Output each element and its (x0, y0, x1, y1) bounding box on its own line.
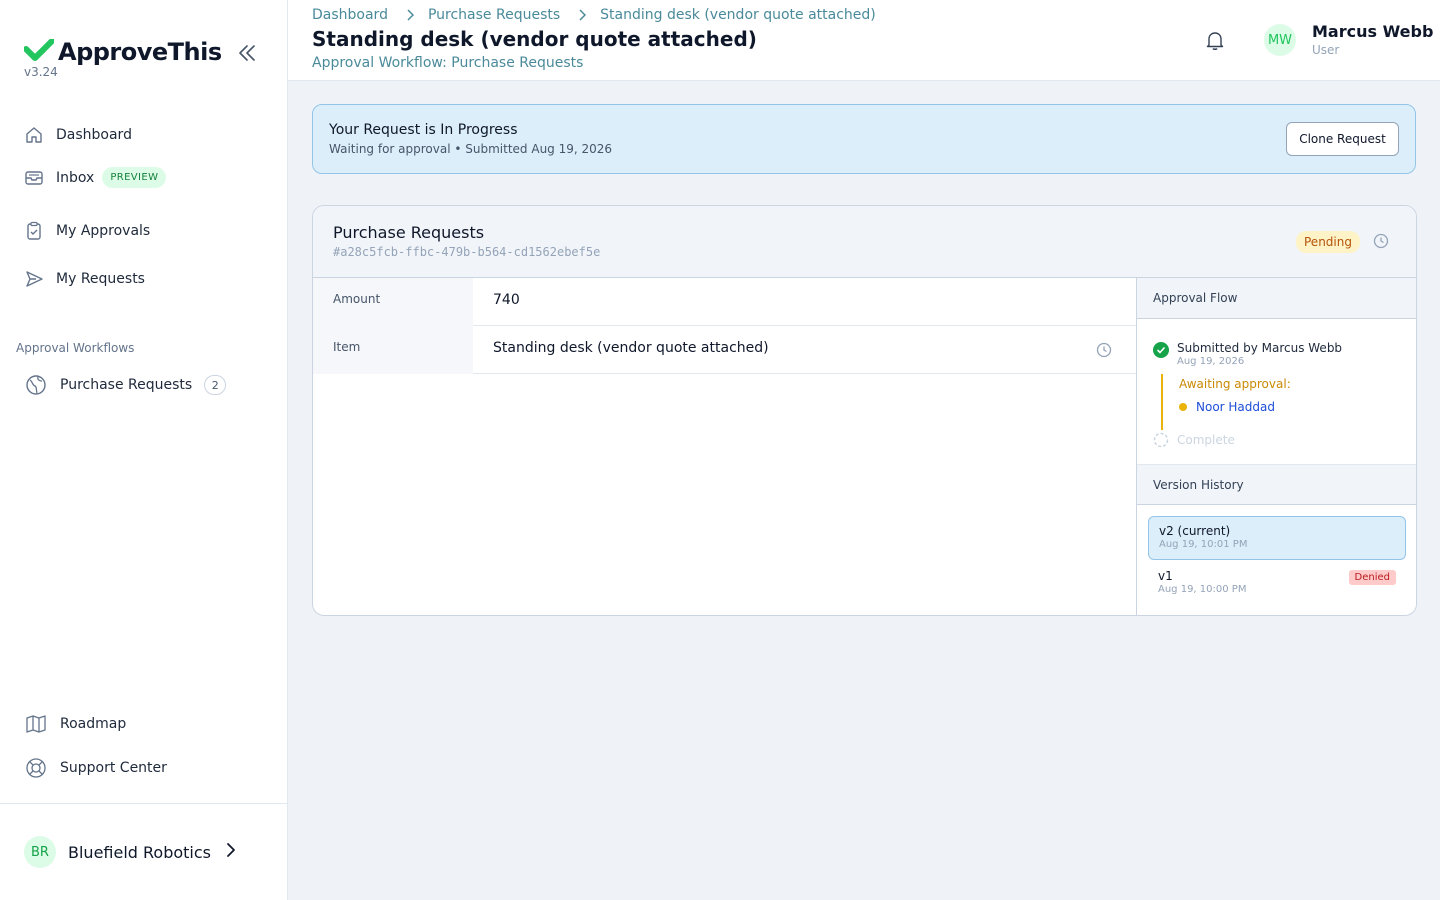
field-label: Amount (313, 278, 473, 326)
request-workflow-title: Purchase Requests (333, 223, 485, 242)
banner-title: Your Request is In Progress (329, 122, 518, 138)
approver-name: Noor Haddad (1196, 400, 1275, 414)
sidebar-item-dashboard[interactable]: Dashboard (24, 125, 132, 145)
sidebar-item-label: Inbox (56, 169, 95, 186)
app-logo[interactable]: ApproveThis (23, 38, 222, 66)
map-icon (24, 712, 48, 736)
org-avatar: BR (24, 836, 56, 868)
version-item-current[interactable]: v2 (current) Aug 19, 10:01 PM (1148, 516, 1406, 560)
approval-flow-heading: Approval Flow (1137, 278, 1416, 319)
field-label: Item (313, 326, 473, 374)
breadcrumb-chevron-icon (578, 9, 587, 21)
flow-progress-line (1161, 374, 1163, 430)
request-fields: Amount 740 Item Standing desk (vendor qu… (313, 278, 1136, 615)
breadcrumb-chevron-icon (406, 9, 414, 21)
chevron-right-icon (225, 842, 237, 862)
org-name: Bluefield Robotics (68, 842, 211, 862)
field-row-amount: Amount 740 (313, 278, 1136, 326)
request-card-header: Purchase Requests #a28c5fcb-ffbc-479b-b5… (313, 206, 1416, 278)
field-row-item: Item Standing desk (vendor quote attache… (313, 326, 1136, 374)
submitted-date: Aug 19, 2026 (1177, 356, 1245, 367)
sidebar-item-my-approvals[interactable]: My Approvals (24, 221, 150, 241)
inbox-icon (24, 168, 44, 188)
notifications-button[interactable] (1204, 29, 1226, 51)
globe-icon (24, 373, 48, 397)
user-name: Marcus Webb (1312, 22, 1434, 41)
sidebar-item-label: Purchase Requests (60, 377, 193, 393)
awaiting-approval-label: Awaiting approval: (1179, 377, 1291, 391)
breadcrumb-dashboard[interactable]: Dashboard (312, 7, 388, 23)
sidebar-item-inbox[interactable]: Inbox PREVIEW (24, 167, 167, 188)
sidebar: ApproveThis v3.24 Dashboard Inbox PREVIE… (0, 0, 288, 900)
field-value: 740 (493, 292, 520, 308)
field-history-clock-icon[interactable] (1096, 342, 1112, 358)
clone-request-button[interactable]: Clone Request (1286, 122, 1399, 156)
complete-label: Complete (1177, 433, 1235, 447)
chevrons-left-icon (236, 45, 258, 68)
preview-badge: PREVIEW (102, 167, 167, 188)
send-icon (24, 269, 44, 289)
user-avatar[interactable]: MW (1264, 24, 1296, 56)
clipboard-check-icon (24, 221, 44, 241)
sidebar-item-roadmap[interactable]: Roadmap (24, 712, 126, 736)
version-label: v2 (current) (1159, 524, 1231, 538)
banner-subtitle: Waiting for approval • Submitted Aug 19,… (329, 142, 613, 156)
history-clock-icon[interactable] (1373, 233, 1389, 249)
user-role: User (1312, 43, 1340, 57)
approval-workflows-heading: Approval Workflows (16, 341, 135, 355)
version-history-heading: Version History (1137, 464, 1416, 505)
sidebar-item-label: My Approvals (56, 223, 151, 239)
dashed-circle-icon (1153, 432, 1169, 448)
request-side-panel: Approval Flow Submitted by Marcus Webb A… (1136, 278, 1416, 615)
page-header: Dashboard Purchase Requests Standing des… (288, 0, 1440, 81)
page-title: Standing desk (vendor quote attached) (312, 27, 757, 51)
life-buoy-icon (24, 756, 48, 780)
approver-link[interactable]: Noor Haddad (1179, 400, 1275, 414)
breadcrumb-purchase-requests[interactable]: Purchase Requests (428, 7, 560, 23)
check-logo-icon (23, 38, 55, 65)
version-date: Aug 19, 10:00 PM (1158, 584, 1247, 595)
home-icon (24, 125, 44, 145)
app-version: v3.24 (24, 65, 58, 79)
app-name: ApproveThis (58, 38, 222, 66)
bell-icon (1204, 32, 1226, 55)
version-date: Aug 19, 10:01 PM (1159, 539, 1248, 550)
field-value: Standing desk (vendor quote attached) (493, 340, 769, 356)
sidebar-item-label: Roadmap (60, 716, 127, 732)
flow-step-complete: Complete (1153, 432, 1235, 448)
collapse-sidebar-button[interactable] (236, 42, 258, 64)
sidebar-item-label: Support Center (60, 760, 167, 776)
organization-switcher[interactable]: BR Bluefield Robotics (24, 836, 237, 868)
sidebar-item-label: Dashboard (56, 127, 132, 143)
denied-badge: Denied (1348, 570, 1396, 585)
sidebar-item-purchase-requests[interactable]: Purchase Requests 2 (24, 373, 227, 397)
sidebar-item-label: My Requests (56, 271, 145, 287)
request-id: #a28c5fcb-ffbc-479b-b564-cd1562ebef5e (333, 245, 601, 259)
request-status-banner: Your Request is In Progress Waiting for … (312, 104, 1416, 174)
breadcrumb-current[interactable]: Standing desk (vendor quote attached) (600, 7, 876, 23)
status-badge: Pending (1296, 231, 1360, 253)
sidebar-divider (0, 803, 288, 804)
sidebar-item-support-center[interactable]: Support Center (24, 756, 167, 780)
submitted-by: Submitted by Marcus Webb (1177, 341, 1343, 355)
sidebar-item-my-requests[interactable]: My Requests (24, 269, 145, 289)
flow-step-submitted: Submitted by Marcus Webb Aug 19, 2026 (1153, 341, 1342, 367)
version-item[interactable]: v1 Aug 19, 10:00 PM Denied (1148, 562, 1406, 606)
request-count-badge: 2 (204, 375, 227, 395)
breadcrumb: Dashboard Purchase Requests Standing des… (312, 7, 876, 23)
request-card: Purchase Requests #a28c5fcb-ffbc-479b-b5… (312, 205, 1417, 616)
check-circle-icon (1153, 342, 1169, 358)
page-subtitle: Approval Workflow: Purchase Requests (312, 55, 584, 71)
pending-dot-icon (1179, 403, 1187, 411)
